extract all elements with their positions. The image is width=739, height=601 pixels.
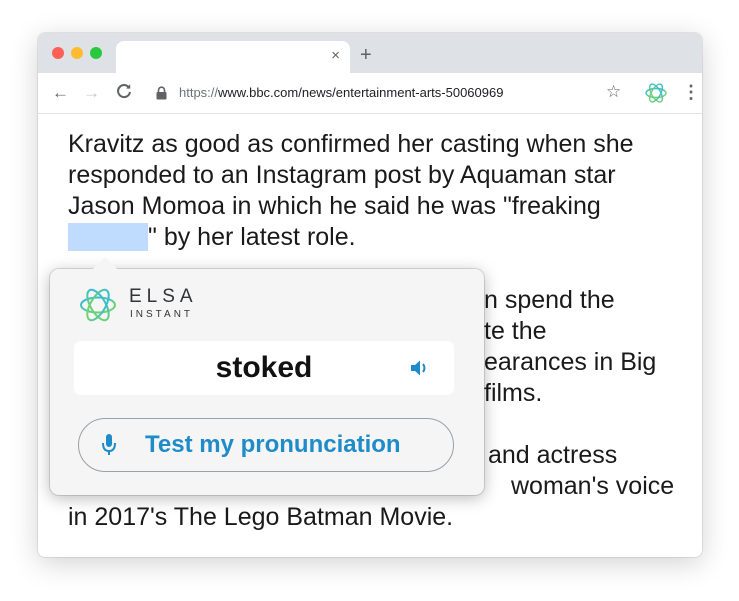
browser-tab[interactable]: × (116, 41, 350, 73)
paragraph-text-end: " by her latest role. (148, 223, 356, 251)
paragraph-line: n spend the (484, 286, 615, 314)
article-paragraph-1: Kravitz as good as confirmed her casting… (68, 129, 678, 253)
address-bar[interactable]: https://www.bbc.com/news/entertainment-a… (179, 85, 503, 100)
word-card: stoked (74, 341, 454, 395)
minimize-window-button[interactable] (71, 47, 83, 59)
speaker-icon[interactable] (410, 359, 430, 382)
elsa-extension-icon[interactable] (644, 81, 668, 110)
test-pronunciation-label: Test my pronunciation (145, 431, 401, 458)
paragraph-line: te the (484, 317, 547, 345)
highlighted-word[interactable] (68, 223, 148, 251)
bookmark-star-icon[interactable]: ☆ (606, 82, 621, 102)
paragraph-line: films. (484, 379, 543, 407)
forward-arrow-icon[interactable]: → (83, 83, 100, 103)
reload-icon[interactable] (115, 82, 133, 105)
article-paragraph-2: n spend the te the earances in Big films… (484, 285, 656, 409)
word-text: stoked (215, 351, 313, 384)
test-pronunciation-button[interactable]: Test my pronunciation (78, 418, 454, 472)
tab-close-icon[interactable]: × (331, 47, 340, 65)
paragraph-line: earances in Big (484, 348, 657, 376)
elsa-logo-icon (78, 285, 118, 330)
brand-name: ELSA (129, 286, 198, 307)
browser-toolbar: ← → https://www.bbc.com/news/entertainme… (38, 73, 702, 114)
maximize-window-button[interactable] (90, 47, 102, 59)
paragraph-text: Kravitz as good as confirmed her casting… (68, 130, 634, 220)
browser-menu-icon[interactable]: ⋮ (682, 82, 700, 103)
article-body: Kravitz as good as confirmed her casting… (68, 129, 678, 281)
close-window-button[interactable] (52, 47, 64, 59)
elsa-popup: ELSA INSTANT stoked Test my pronunciatio… (50, 257, 484, 495)
new-tab-button[interactable]: + (360, 45, 372, 65)
lock-icon (156, 86, 167, 105)
brand-subtitle: INSTANT (130, 309, 194, 320)
back-arrow-icon[interactable]: ← (52, 83, 69, 103)
popup-pointer (92, 257, 118, 270)
url-scheme: https:// (179, 85, 219, 100)
microphone-icon (101, 433, 117, 462)
paragraph-line: in 2017's The Lego Batman Movie. (68, 503, 454, 531)
tab-bar: × + (38, 33, 702, 73)
url-path: www.bbc.com/news/entertainment-arts-5006… (218, 85, 504, 100)
